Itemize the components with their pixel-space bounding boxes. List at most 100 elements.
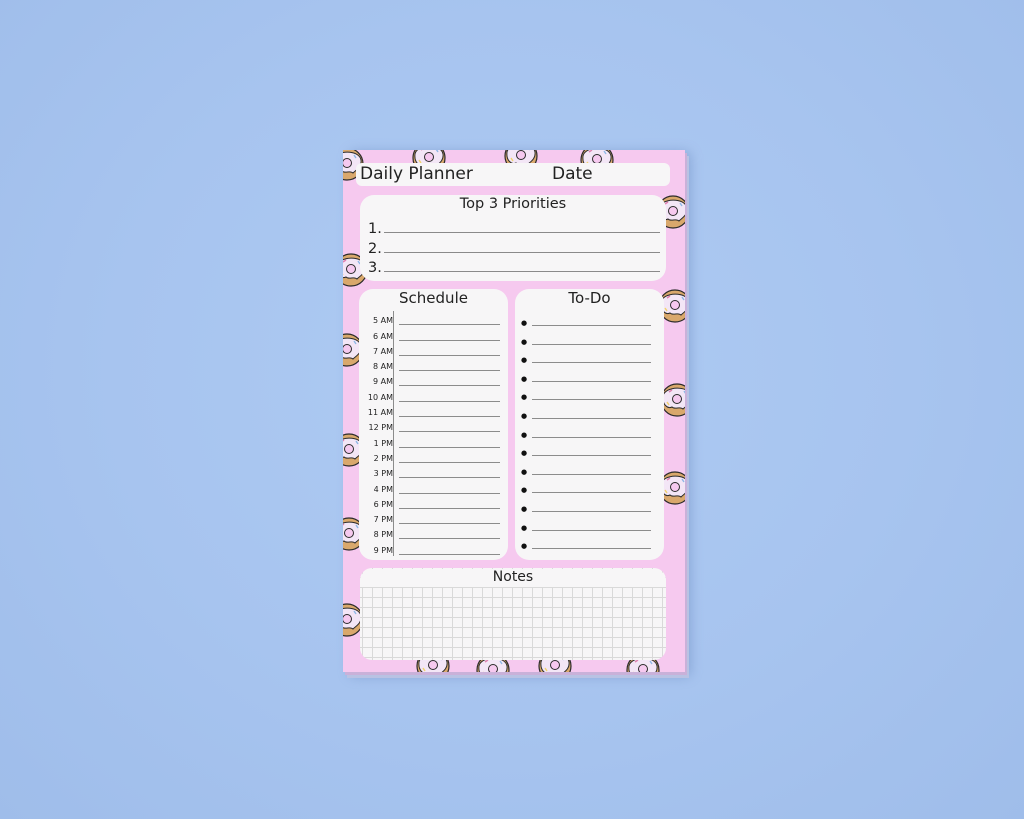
- priority-number: 3.: [368, 260, 382, 276]
- todo-line: [532, 548, 651, 550]
- todo-item[interactable]: ●: [515, 329, 664, 347]
- schedule-time-label: 6 AM: [372, 331, 393, 341]
- schedule-line: [399, 385, 500, 387]
- schedule-row[interactable]: 1 PM: [359, 433, 508, 448]
- donut-icon: [660, 383, 685, 417]
- schedule-heading: Schedule: [399, 289, 468, 307]
- schedule-line: [399, 477, 500, 479]
- schedule-row[interactable]: 9 AM: [359, 372, 508, 387]
- schedule-row[interactable]: 3 PM: [359, 464, 508, 479]
- bullet-icon: ●: [521, 523, 528, 532]
- schedule-time-label: 12 PM: [368, 423, 393, 433]
- priority-row[interactable]: 2.: [368, 237, 660, 257]
- todo-section: To-Do ● ● ● ● ● ● ● ● ● ● ● ● ●: [515, 289, 664, 560]
- schedule-time-label: 7 AM: [372, 346, 393, 356]
- schedule-time-label: 10 AM: [367, 392, 393, 402]
- schedule-row[interactable]: 6 PM: [359, 495, 508, 510]
- priority-row[interactable]: 3.: [368, 256, 660, 276]
- bullet-icon: ●: [521, 505, 528, 513]
- todo-line: [532, 343, 651, 345]
- todo-item[interactable]: ●: [515, 515, 664, 533]
- priority-line: [384, 252, 660, 253]
- priority-line: [384, 271, 660, 272]
- schedule-row[interactable]: 5 AM: [359, 311, 508, 326]
- schedule-line: [399, 507, 500, 509]
- bullet-icon: ●: [521, 449, 528, 458]
- planner-notepad: Daily Planner Date Top 3 Priorities 1. 2…: [343, 150, 685, 672]
- todo-item[interactable]: ●: [515, 384, 664, 402]
- schedule-line: [399, 553, 500, 555]
- todo-item[interactable]: ●: [515, 496, 664, 514]
- todo-item[interactable]: ●: [515, 477, 664, 495]
- schedule-section: Schedule 5 AM 6 AM 7 AM 8 AM 9 AM 10 AM 11 AM 1…: [359, 289, 508, 560]
- schedule-line: [399, 538, 500, 540]
- schedule-line: [399, 324, 500, 326]
- priorities-heading: Top 3 Priorities: [459, 196, 567, 212]
- priority-number: 1.: [368, 221, 382, 237]
- schedule-time-label: 9 AM: [372, 377, 393, 387]
- schedule-time-label: 7 PM: [373, 515, 393, 525]
- schedule-rows: 5 AM 6 AM 7 AM 8 AM 9 AM 10 AM 11 AM 12 PM 1 PM 2…: [359, 311, 508, 556]
- schedule-row[interactable]: 12 PM: [359, 418, 508, 433]
- schedule-time-label: 3 PM: [373, 469, 393, 479]
- todo-line: [532, 473, 651, 475]
- schedule-time-label: 4 PM: [373, 484, 393, 494]
- schedule-row[interactable]: 4 PM: [359, 479, 508, 494]
- schedule-line: [399, 446, 500, 448]
- schedule-row[interactable]: 10 AM: [359, 387, 508, 402]
- schedule-row[interactable]: 8 PM: [359, 525, 508, 540]
- schedule-time-label: 11 AM: [367, 408, 393, 418]
- bullet-icon: ●: [521, 337, 528, 346]
- schedule-row[interactable]: 7 PM: [359, 510, 508, 525]
- notes-section[interactable]: Notes: [360, 568, 666, 660]
- schedule-row[interactable]: 6 AM: [359, 326, 508, 341]
- bullet-icon: ●: [521, 542, 528, 551]
- schedule-line: [399, 416, 500, 418]
- priority-number: 2.: [368, 241, 382, 257]
- bullet-icon: ●: [521, 430, 528, 439]
- schedule-line: [399, 461, 500, 463]
- todo-line: [532, 529, 651, 531]
- bullet-icon: ●: [521, 356, 528, 365]
- schedule-time-label: 9 PM: [373, 545, 393, 555]
- todo-line: [532, 455, 651, 457]
- bullet-icon: ●: [521, 486, 528, 495]
- schedule-row[interactable]: 11 AM: [359, 403, 508, 418]
- schedule-row[interactable]: 7 AM: [359, 342, 508, 357]
- todo-item[interactable]: ●: [515, 459, 664, 477]
- schedule-time-label: 5 AM: [372, 316, 393, 326]
- todo-heading: To-Do: [568, 289, 611, 307]
- schedule-row[interactable]: 2 PM: [359, 449, 508, 464]
- bullet-icon: ●: [521, 467, 528, 476]
- bullet-icon: ●: [521, 319, 528, 327]
- priority-row[interactable]: 1.: [368, 217, 660, 237]
- todo-line: [532, 362, 651, 364]
- schedule-line: [399, 492, 500, 494]
- todo-item[interactable]: ●: [515, 440, 664, 458]
- schedule-time-label: 1 PM: [373, 438, 393, 448]
- todo-item[interactable]: ●: [515, 422, 664, 440]
- notes-heading: Notes: [360, 569, 666, 587]
- todo-line: [532, 380, 651, 382]
- bullet-icon: ●: [521, 412, 528, 420]
- schedule-row[interactable]: 9 PM: [359, 540, 508, 555]
- todo-item[interactable]: ●: [515, 310, 664, 328]
- schedule-time-label: 8 AM: [372, 362, 393, 372]
- todo-line: [532, 511, 651, 512]
- schedule-line: [399, 354, 500, 356]
- todo-line: [532, 399, 651, 401]
- priorities-section: Top 3 Priorities 1. 2. 3.: [360, 195, 666, 281]
- planner-title: Daily Planner: [360, 164, 473, 184]
- schedule-line: [399, 431, 500, 433]
- todo-item[interactable]: ●: [515, 403, 664, 421]
- schedule-time-label: 8 PM: [373, 530, 393, 540]
- schedule-line: [399, 339, 500, 341]
- todo-line: [532, 325, 651, 326]
- bullet-icon: ●: [521, 393, 528, 402]
- schedule-line: [399, 370, 500, 372]
- todo-line: [532, 436, 651, 438]
- schedule-row[interactable]: 8 AM: [359, 357, 508, 372]
- todo-item[interactable]: ●: [515, 347, 664, 365]
- todo-item[interactable]: ●: [515, 366, 664, 384]
- todo-item[interactable]: ●: [515, 533, 664, 551]
